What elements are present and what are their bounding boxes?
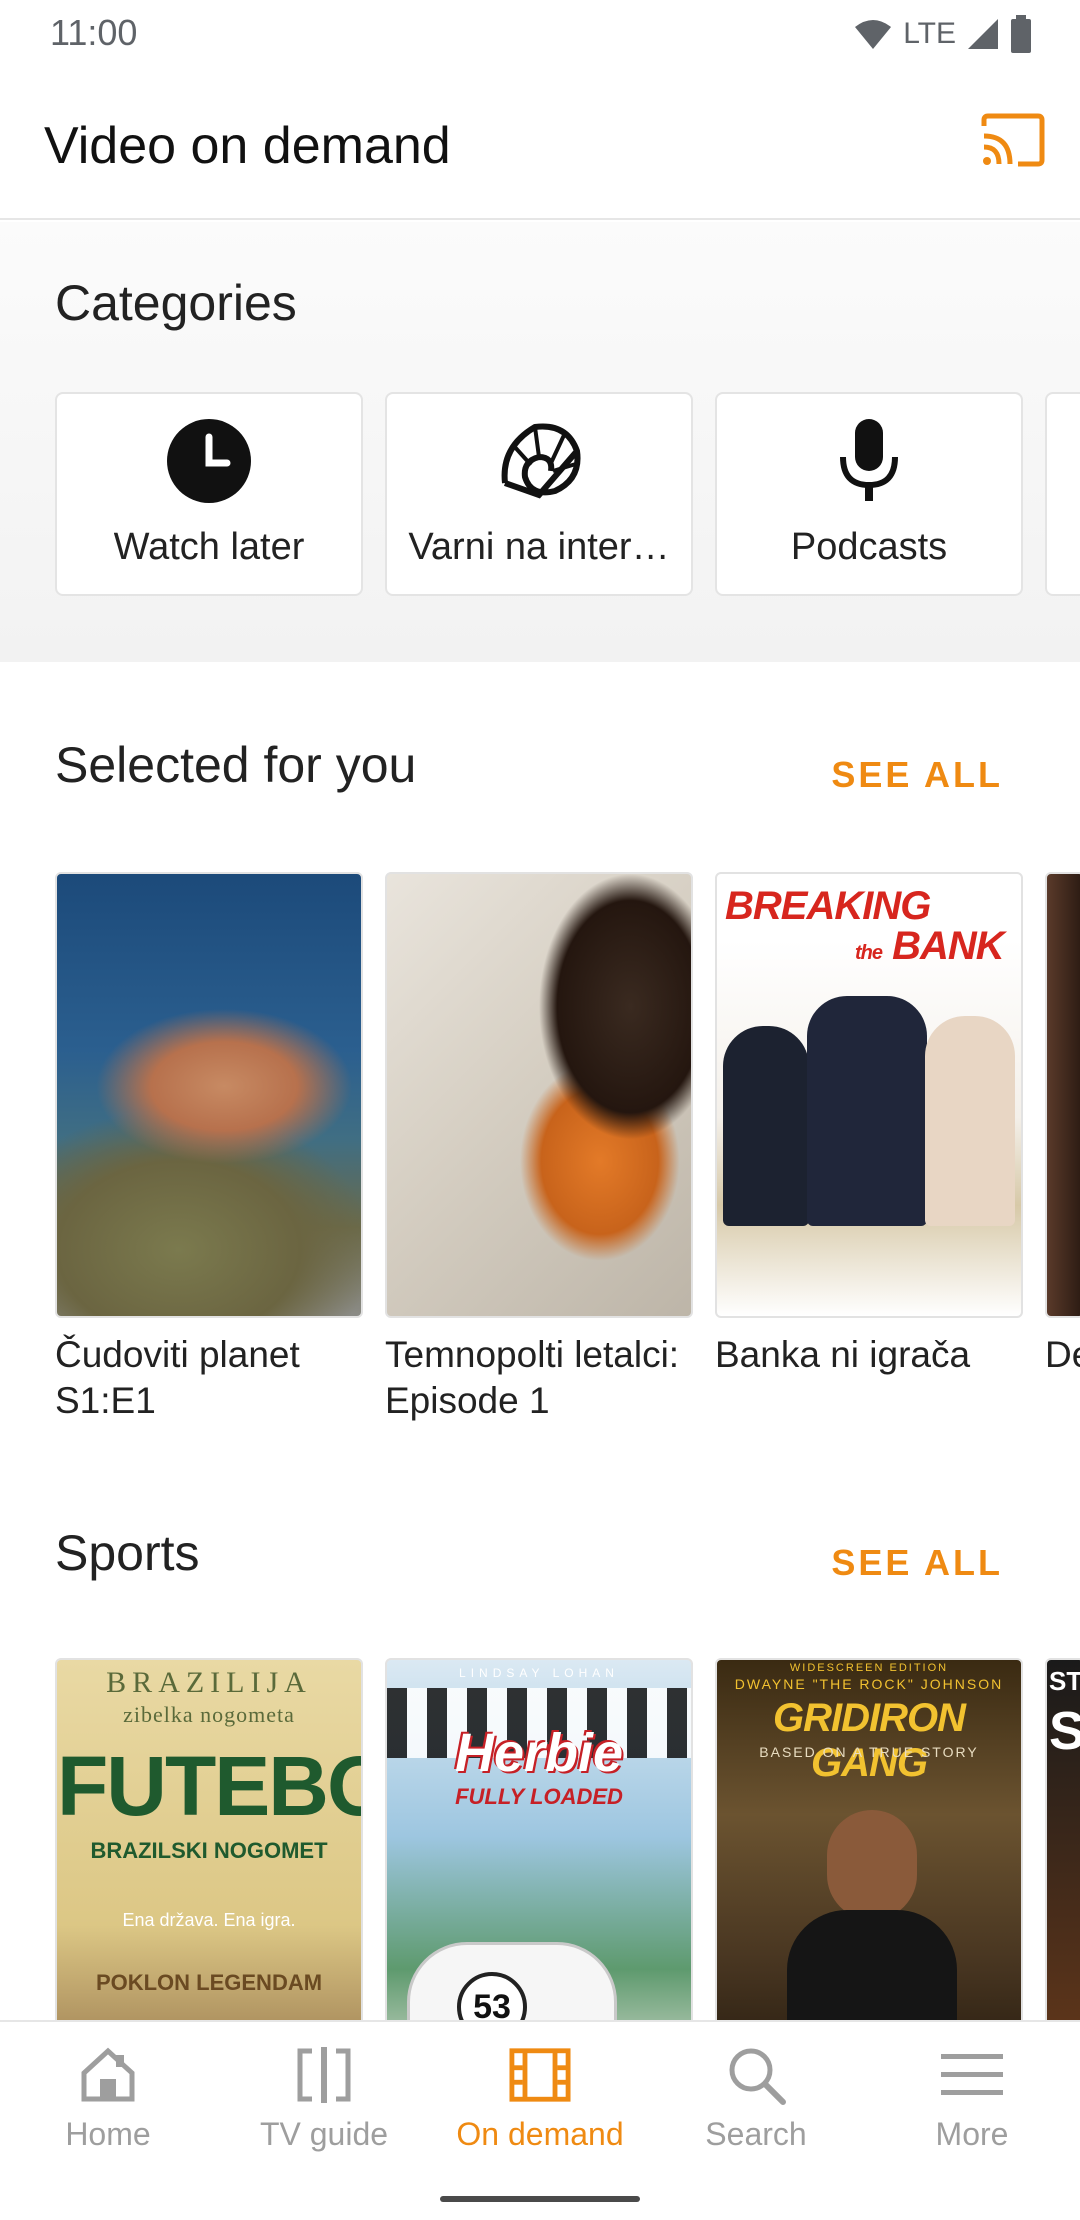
video-title: Banka ni igrača [715, 1334, 971, 1375]
video-tile-partial[interactable]: De S1 [1045, 872, 1080, 1424]
categories-title: Categories [55, 275, 297, 331]
poster-image [55, 872, 363, 1318]
nav-label: TV guide [259, 2116, 389, 2152]
poster-image: BREAKING the BANK [715, 872, 1023, 1318]
poster-image [1045, 872, 1080, 1318]
selected-see-all-button[interactable]: SEE ALL [831, 754, 1003, 796]
nav-label: More [935, 2116, 1009, 2152]
status-icons: LTE [853, 14, 1032, 54]
nautilus-shell-icon [494, 416, 584, 506]
video-tile[interactable]: BREAKING the BANK Banka ni igrača [715, 872, 1023, 1424]
video-title: De S1 [1045, 1334, 1080, 1375]
microphone-icon [824, 416, 914, 506]
home-icon [77, 2044, 139, 2106]
search-icon [725, 2044, 787, 2106]
menu-icon [941, 2044, 1003, 2106]
status-bar: 11:00 LTE [0, 0, 1080, 66]
tv-guide-icon [293, 2044, 355, 2106]
category-podcasts[interactable]: Podcasts [715, 392, 1023, 596]
nav-tv-guide[interactable]: TV guide [216, 2044, 432, 2153]
clock-icon [164, 416, 254, 506]
sports-see-all-button[interactable]: SEE ALL [831, 1542, 1003, 1584]
nav-label: Search [705, 2116, 807, 2152]
nav-more[interactable]: More [864, 2044, 1080, 2153]
category-card-partial[interactable] [1045, 392, 1080, 596]
categories-row: Watch later Varni na inter… Podcasts [55, 392, 1080, 596]
app-bar: Video on demand [0, 66, 1080, 220]
category-label: Watch later [113, 526, 305, 568]
status-time: 11:00 [50, 12, 138, 53]
nav-label: Home [65, 2116, 151, 2152]
category-watch-later[interactable]: Watch later [55, 392, 363, 596]
nav-search[interactable]: Search [648, 2044, 864, 2153]
wifi-icon [855, 20, 892, 49]
poster-title-text: BREAKING the BANK [725, 884, 1005, 968]
battery-icon [1011, 15, 1031, 53]
nav-on-demand[interactable]: On demand [432, 2044, 648, 2153]
gesture-bar[interactable] [440, 2196, 640, 2202]
video-tile[interactable]: Temnopolti letalci: Episode 1 [385, 872, 693, 1424]
bottom-navigation: Home TV guide On demand Search More [0, 2020, 1080, 2220]
poster-image [385, 872, 693, 1318]
categories-section: Categories Watch later Varni na inter… P… [0, 222, 1080, 662]
selected-section-title: Selected for you [55, 737, 417, 793]
category-label: Varni na inter… [408, 526, 670, 568]
film-icon [509, 2044, 571, 2106]
signal-icon [968, 19, 998, 49]
category-label: Podcasts [790, 526, 948, 568]
page-title: Video on demand [44, 117, 451, 175]
cast-icon [981, 113, 1045, 167]
network-type: LTE [903, 17, 956, 50]
cast-button[interactable] [980, 112, 1046, 168]
sports-section-title: Sports [55, 1525, 200, 1581]
category-varni-na-internetu[interactable]: Varni na inter… [385, 392, 693, 596]
selected-rail: Čudoviti planet S1:E1 Temnopolti letalci… [55, 872, 1080, 1424]
video-title: Čudoviti planet S1:E1 [55, 1334, 300, 1421]
video-title: Temnopolti letalci: Episode 1 [385, 1334, 680, 1421]
video-tile[interactable]: Čudoviti planet S1:E1 [55, 872, 363, 1424]
nav-label: On demand [456, 2116, 624, 2152]
nav-home[interactable]: Home [0, 2044, 216, 2153]
